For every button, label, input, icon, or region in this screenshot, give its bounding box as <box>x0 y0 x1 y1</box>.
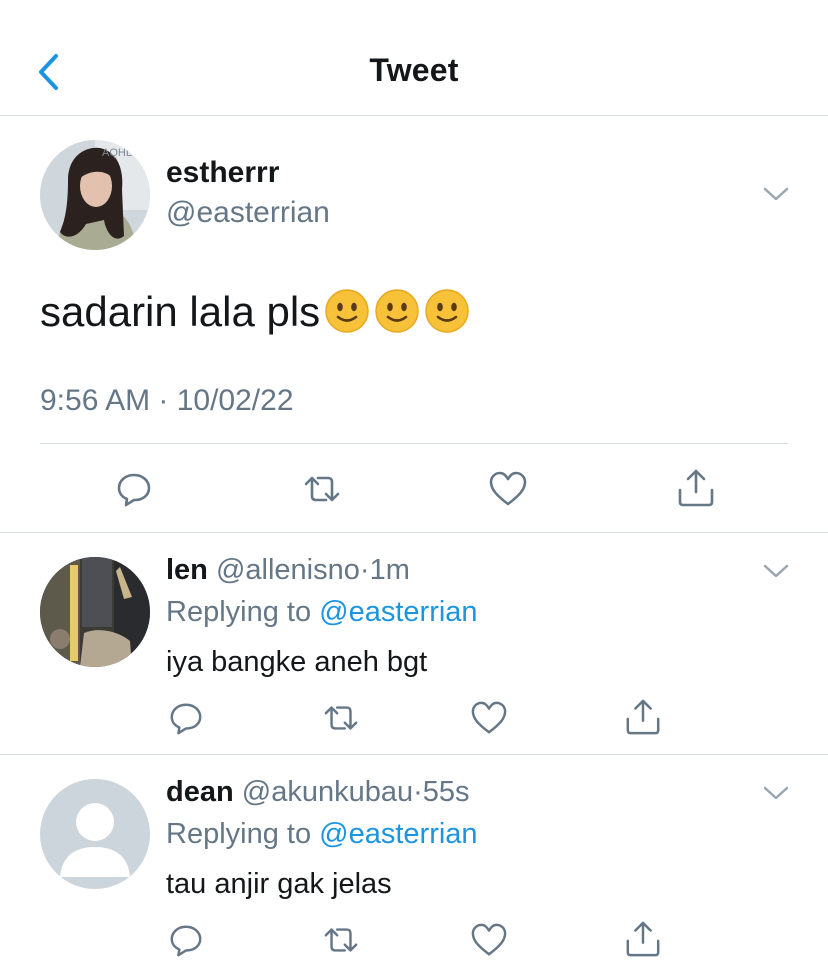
separator-dot: · <box>413 776 423 808</box>
retweet-icon <box>304 476 340 502</box>
retweet-button[interactable] <box>322 922 360 958</box>
retweet-icon <box>324 928 358 952</box>
reply-icon <box>170 925 202 957</box>
share-button[interactable] <box>624 920 662 958</box>
retweet-button[interactable] <box>322 700 360 736</box>
like-button[interactable] <box>488 470 527 508</box>
like-icon <box>471 701 507 734</box>
share-icon <box>626 699 660 735</box>
tweet-menu-button[interactable] <box>762 185 790 203</box>
reply-menu-button[interactable] <box>762 562 790 580</box>
author-avatar[interactable]: AQHL <box>40 140 150 250</box>
default-avatar-icon <box>40 779 150 889</box>
replying-to: Replying to @easterrian <box>166 818 478 851</box>
slightly-smiling-face-emoji <box>424 288 470 344</box>
divider <box>0 754 828 755</box>
avatar-overlay-text: AQHL <box>102 147 132 159</box>
share-icon <box>678 469 714 507</box>
replying-to-label: Replying to <box>166 596 312 628</box>
like-icon <box>489 471 527 506</box>
divider <box>40 443 788 444</box>
reply-time: 1m <box>369 554 410 586</box>
chevron-down-icon <box>763 564 789 578</box>
tweet-text: sadarin lala pls <box>40 288 321 335</box>
reply-header: dean @akunkubau·55s <box>166 776 470 809</box>
tweet-timestamp: 9:56 AM · 10/02/22 <box>40 384 294 417</box>
separator-dot: · <box>359 554 370 586</box>
reply-avatar[interactable] <box>40 557 150 667</box>
slightly-smiling-face-emoji <box>324 288 370 344</box>
share-button[interactable] <box>624 698 662 736</box>
reply-button[interactable] <box>168 700 206 736</box>
reply-avatar[interactable] <box>40 779 150 889</box>
share-button[interactable] <box>676 468 714 507</box>
reply-header: len @allenisno·1m <box>166 554 410 587</box>
reply-button[interactable] <box>115 470 153 508</box>
share-icon <box>626 921 660 957</box>
chevron-down-icon <box>763 786 789 800</box>
reply-icon <box>170 703 202 735</box>
author-handle[interactable]: @easterrian <box>166 196 330 230</box>
reply-time: 55s <box>422 776 470 808</box>
tweet-text-block: sadarin lala pls <box>40 288 470 344</box>
reply-text: iya bangke aneh bgt <box>166 646 428 678</box>
replying-to-handle-link[interactable]: @easterrian <box>319 818 477 850</box>
reply-author-handle[interactable]: @akunkubau <box>242 776 413 808</box>
like-button[interactable] <box>470 922 508 958</box>
replying-to-label: Replying to <box>166 818 312 850</box>
replying-to-handle-link[interactable]: @easterrian <box>319 596 477 628</box>
reply-author-name[interactable]: len <box>166 554 208 586</box>
reply-menu-button[interactable] <box>762 784 790 802</box>
chevron-down-icon <box>763 187 789 201</box>
retweet-button[interactable] <box>302 470 340 508</box>
reply-icon <box>117 473 151 507</box>
replying-to: Replying to @easterrian <box>166 596 478 629</box>
like-button[interactable] <box>470 700 508 736</box>
like-icon <box>471 923 507 956</box>
reply-text: tau anjir gak jelas <box>166 868 392 900</box>
reply-button[interactable] <box>168 922 206 958</box>
reply-author-handle[interactable]: @allenisno <box>216 554 360 586</box>
author-name[interactable]: estherrr <box>166 156 279 190</box>
page-title: Tweet <box>369 52 459 88</box>
divider <box>0 532 828 533</box>
reply-author-name[interactable]: dean <box>166 776 234 808</box>
retweet-icon <box>324 706 358 730</box>
slightly-smiling-face-emoji <box>374 288 420 344</box>
